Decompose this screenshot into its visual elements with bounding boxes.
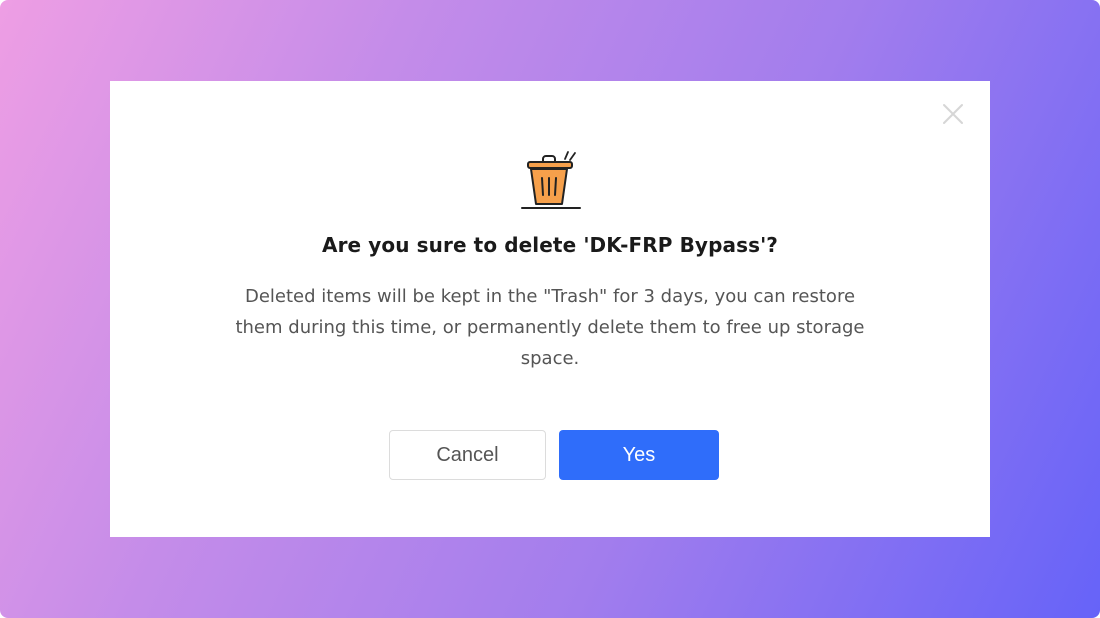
close-button[interactable] xyxy=(940,101,966,127)
dialog-title: Are you sure to delete 'DK-FRP Bypass'? xyxy=(321,233,779,257)
dialog-message: Deleted items will be kept in the "Trash… xyxy=(235,286,865,369)
confirm-yes-button[interactable]: Yes xyxy=(559,430,719,480)
trash-icon xyxy=(521,151,581,209)
close-icon xyxy=(943,104,963,124)
modal-backdrop: Are you sure to delete 'DK-FRP Bypass'? … xyxy=(0,0,1100,618)
cancel-button[interactable]: Cancel xyxy=(389,430,546,480)
delete-confirm-dialog: Are you sure to delete 'DK-FRP Bypass'? … xyxy=(110,81,990,537)
